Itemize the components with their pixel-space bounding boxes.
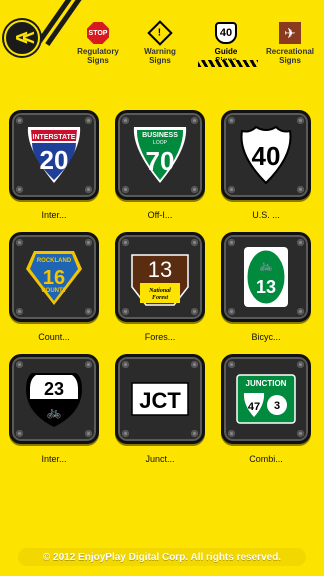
warning-sign-icon: ! [147, 20, 173, 46]
svg-text:🚲: 🚲 [47, 405, 62, 419]
screw [122, 308, 129, 315]
sign-tile-caption: Bicyc... [251, 332, 281, 342]
sign-tile-caption: U.S. ... [252, 210, 280, 220]
sign-tile-forest-route[interactable]: 13 National Forest [115, 232, 205, 322]
screw [228, 361, 235, 368]
interstate-bicycle-sign-image: 23 🚲 [26, 373, 82, 427]
screw [228, 117, 235, 124]
svg-text:COUNTY: COUNTY [41, 288, 66, 294]
combination-sign-image: JUNCTION 47 3 [236, 374, 296, 424]
screw [297, 430, 304, 437]
sign-tile-bicycle-route[interactable]: 🚲 13 [221, 232, 311, 322]
screw [297, 361, 304, 368]
junction-sign-image: JCT [131, 382, 189, 416]
svg-text:20: 20 [40, 145, 69, 175]
svg-text:3: 3 [274, 400, 280, 412]
screw [85, 361, 92, 368]
us-route-sign-image: 40 [240, 125, 292, 185]
screw [122, 117, 129, 124]
svg-text:Forest: Forest [152, 295, 168, 301]
sign-tile-off-interstate[interactable]: BUSINESS LOOP 70 [115, 110, 205, 200]
screw [228, 308, 235, 315]
tab-warning-signs[interactable]: ! Warning Signs [130, 20, 190, 72]
svg-text:ROCKLAND: ROCKLAND [37, 258, 72, 264]
copyright-footer: © 2012 EnjoyPlay Digital Corp. All right… [18, 548, 306, 566]
screw [297, 239, 304, 246]
active-tab-indicator [198, 60, 258, 67]
screw [297, 308, 304, 315]
screw [228, 186, 235, 193]
screw [16, 186, 23, 193]
tab-recreational-signs[interactable]: ✈ Recreational Signs [260, 20, 320, 72]
screw [191, 117, 198, 124]
tab-label: Recreational Signs [265, 47, 315, 65]
svg-text:National: National [148, 288, 171, 294]
screw [122, 361, 129, 368]
bicycle-route-sign-image: 🚲 13 [244, 247, 288, 307]
screw [16, 308, 23, 315]
sign-tile-caption: Off-I... [147, 210, 173, 220]
tab-label: Warning Signs [144, 47, 176, 65]
screw [122, 186, 129, 193]
screw [191, 430, 198, 437]
airplane-sign-icon: ✈ [279, 22, 301, 44]
screw [228, 239, 235, 246]
guide-sign-icon: 40 [215, 22, 237, 44]
sign-tile-caption: Inter... [41, 210, 67, 220]
screw [191, 186, 198, 193]
screw [85, 117, 92, 124]
screw [16, 117, 23, 124]
stop-sign-icon: STOP [87, 22, 109, 44]
screw [228, 430, 235, 437]
svg-text:13: 13 [148, 257, 172, 282]
top-bar: << STOP Regulatory Signs ! Warning Signs 4… [0, 0, 324, 76]
sign-tile-caption: Fores... [144, 332, 176, 342]
screw [85, 430, 92, 437]
sign-tile-county-route[interactable]: ROCKLAND 16 COUNTY [9, 232, 99, 322]
forest-route-sign-image: 13 National Forest [131, 254, 189, 306]
svg-text:16: 16 [43, 267, 65, 289]
svg-text:BUSINESS: BUSINESS [142, 132, 178, 139]
screw [297, 117, 304, 124]
sign-tile-junction[interactable]: JCT [115, 354, 205, 444]
screw [191, 308, 198, 315]
screw [191, 361, 198, 368]
sign-tile-combination[interactable]: JUNCTION 47 3 [221, 354, 311, 444]
sign-tile-caption: Inter... [41, 454, 67, 464]
svg-text:47: 47 [248, 401, 260, 413]
back-button[interactable]: << [4, 20, 40, 56]
sign-tile-caption: Combi... [249, 454, 283, 464]
screw [85, 308, 92, 315]
screw [122, 430, 129, 437]
svg-text:🚲: 🚲 [259, 259, 273, 272]
screw [122, 239, 129, 246]
sign-tile-caption: Junct... [145, 454, 175, 464]
tab-label: Regulatory Signs [77, 47, 119, 65]
double-chevron-left-icon: << [15, 25, 35, 50]
tab-regulatory-signs[interactable]: STOP Regulatory Signs [68, 20, 128, 72]
svg-text:JUNCTION: JUNCTION [246, 379, 287, 388]
svg-text:13: 13 [256, 277, 276, 297]
sign-tile-interstate[interactable]: INTERSTATE 20 [9, 110, 99, 200]
screw [297, 186, 304, 193]
interstate-sign-image: INTERSTATE 20 [27, 127, 81, 183]
screw [16, 239, 23, 246]
svg-text:40: 40 [252, 141, 281, 171]
screw [191, 239, 198, 246]
sign-tile-us-route[interactable]: 40 [221, 110, 311, 200]
screw [16, 430, 23, 437]
sign-tile-caption: Count... [38, 332, 70, 342]
county-route-sign-image: ROCKLAND 16 COUNTY [26, 251, 82, 305]
screw [16, 361, 23, 368]
svg-text:23: 23 [44, 379, 64, 399]
screw [85, 239, 92, 246]
off-interstate-sign-image: BUSINESS LOOP 70 [133, 127, 187, 183]
svg-text:JCT: JCT [139, 388, 181, 413]
screw [85, 186, 92, 193]
sign-tile-interstate-bicycle[interactable]: 23 🚲 [9, 354, 99, 444]
svg-text:70: 70 [146, 146, 175, 176]
svg-text:INTERSTATE: INTERSTATE [33, 134, 76, 141]
